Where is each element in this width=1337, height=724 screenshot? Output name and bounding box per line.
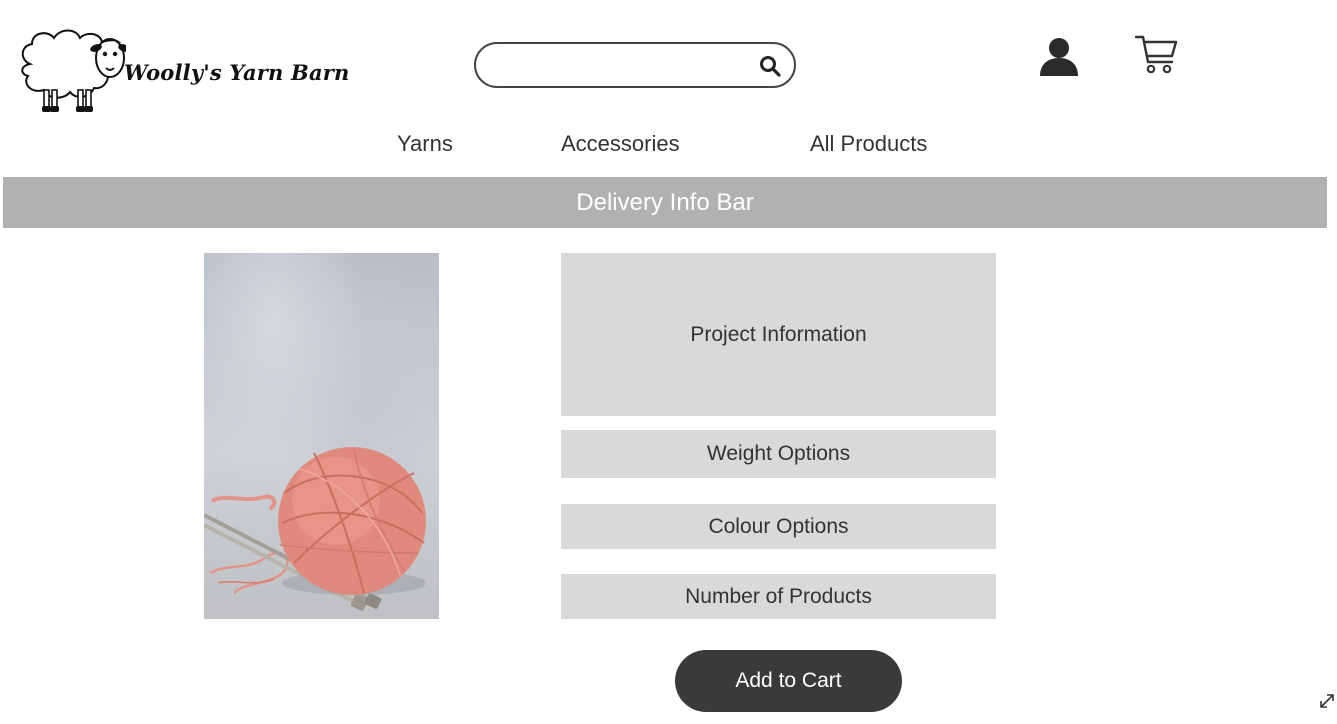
product-image xyxy=(204,253,439,619)
cart-icon[interactable] xyxy=(1134,34,1180,76)
project-information-label: Project Information xyxy=(690,322,867,346)
weight-options-label: Weight Options xyxy=(706,442,851,465)
number-of-products-label: Number of Products xyxy=(685,584,872,608)
sheep-logo-icon xyxy=(21,29,126,112)
nav-accessories[interactable]: Accessories xyxy=(561,131,680,157)
product-page: Woolly's Yarn Barn Yarns Accessories All… xyxy=(0,0,1337,724)
number-of-products-selector[interactable]: Number of Products xyxy=(561,574,996,619)
colour-options-selector[interactable]: Colour Options xyxy=(561,504,996,549)
project-information-panel: Project Information xyxy=(561,253,996,416)
nav-yarns[interactable]: Yarns xyxy=(397,131,453,157)
expand-icon[interactable] xyxy=(1318,692,1336,710)
search-icon[interactable] xyxy=(758,54,782,78)
weight-options-selector[interactable]: Weight Options xyxy=(561,430,996,478)
colour-options-label: Colour Options xyxy=(708,514,849,538)
search-bar xyxy=(474,42,796,88)
delivery-info-text: Delivery Info Bar xyxy=(576,188,754,216)
store-logo[interactable]: Woolly's Yarn Barn xyxy=(16,24,386,116)
nav-all-products[interactable]: All Products xyxy=(810,131,927,157)
user-icon[interactable] xyxy=(1038,36,1080,76)
yarn-photo xyxy=(204,447,426,611)
delivery-info-bar: Delivery Info Bar xyxy=(3,177,1327,228)
add-to-cart-button[interactable]: Add to Cart xyxy=(675,650,902,712)
logo-text: Woolly's Yarn Barn xyxy=(124,60,350,85)
search-input[interactable] xyxy=(494,52,748,80)
